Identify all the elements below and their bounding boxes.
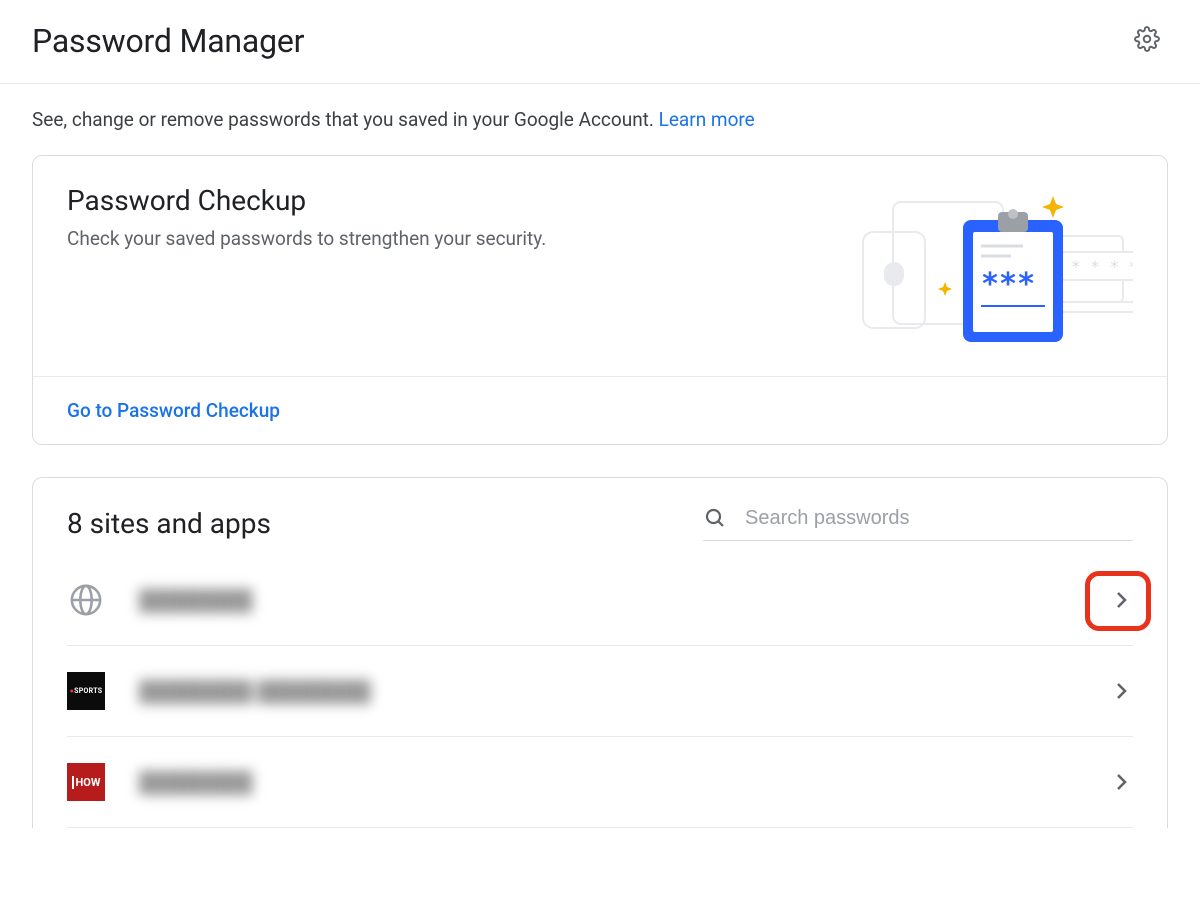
list-heading: 8 sites and apps <box>67 507 271 540</box>
checkup-subtitle: Check your saved passwords to strengthen… <box>67 227 546 250</box>
chevron-right-icon <box>1109 588 1133 612</box>
password-row[interactable]: HOW ████████ <box>67 737 1133 828</box>
intro-text: See, change or remove passwords that you… <box>32 108 1168 131</box>
search-input[interactable] <box>745 507 1133 530</box>
globe-icon <box>69 583 103 617</box>
page-title: Password Manager <box>32 22 304 60</box>
site-favicon: HOW <box>67 763 105 801</box>
learn-more-link[interactable]: Learn more <box>659 108 755 131</box>
page-header: Password Manager <box>0 0 1200 84</box>
password-checkup-card: Password Checkup Check your saved passwo… <box>32 155 1168 445</box>
chevron-right-icon <box>1109 770 1133 794</box>
password-row[interactable]: ████████ <box>67 563 1133 646</box>
gear-icon <box>1134 26 1160 52</box>
site-name: ████████ <box>139 770 1075 795</box>
password-row[interactable]: ●SPORTS ████████ ████████ <box>67 646 1133 737</box>
search-icon <box>703 506 727 530</box>
checkup-title: Password Checkup <box>67 184 546 217</box>
settings-button[interactable] <box>1126 18 1168 63</box>
site-favicon <box>67 581 105 619</box>
site-name: ████████ <box>139 588 1075 613</box>
checkup-illustration: * * * * | *** <box>723 184 1133 348</box>
passwords-list-card: 8 sites and apps ████████ <box>32 477 1168 828</box>
svg-text:***: *** <box>981 267 1035 302</box>
chevron-right-icon <box>1109 679 1133 703</box>
intro-text-content: See, change or remove passwords that you… <box>32 108 659 131</box>
go-to-checkup-link[interactable]: Go to Password Checkup <box>67 399 280 422</box>
search-passwords-field[interactable] <box>703 506 1133 541</box>
svg-text:* * * * |: * * * * | <box>1071 257 1133 276</box>
site-favicon: ●SPORTS <box>67 672 105 710</box>
site-name: ████████ ████████ <box>139 679 1075 704</box>
